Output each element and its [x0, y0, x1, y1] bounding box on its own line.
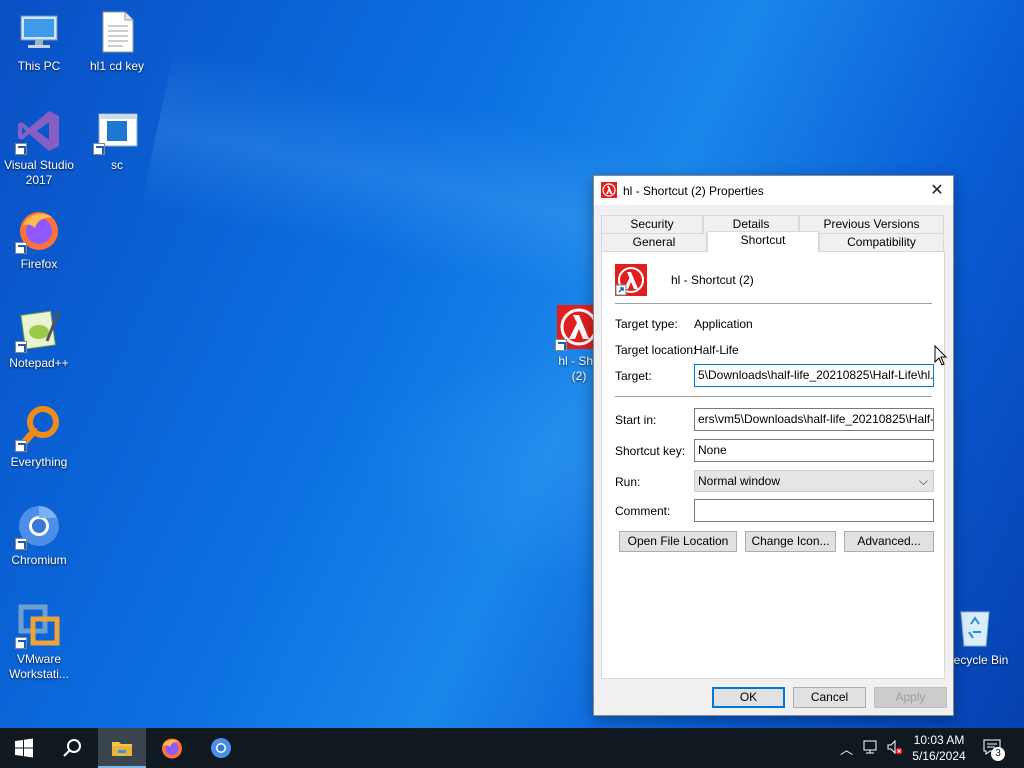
- shortcut-arrow-icon: [15, 637, 27, 649]
- chromium-icon: [211, 738, 231, 758]
- desktop-icon-label: ecycle Bin: [953, 653, 1009, 667]
- network-icon[interactable]: [862, 738, 880, 759]
- dialog-titlebar[interactable]: hl - Shortcut (2) Properties ✕: [594, 176, 953, 205]
- vmware-icon: [15, 601, 63, 649]
- start-in-input[interactable]: ers\vm5\Downloads\half-life_20210825\Hal…: [694, 408, 934, 431]
- window-shortcut-icon: [93, 107, 141, 155]
- desktop-icon-label: Firefox: [20, 257, 58, 271]
- desktop-icon-label: sc: [111, 158, 123, 172]
- chevron-down-icon: ⌵: [918, 474, 928, 488]
- notification-count-badge: 3: [991, 747, 1005, 761]
- tab-security[interactable]: Security: [601, 215, 703, 233]
- shortcut-arrow-icon: [15, 143, 27, 155]
- taskbar-file-explorer[interactable]: [98, 728, 146, 768]
- run-select-value: Normal window: [698, 474, 781, 488]
- desktop-icon-label: Chromium: [11, 553, 67, 567]
- notepadpp-icon: [15, 305, 63, 353]
- start-button[interactable]: [0, 728, 48, 768]
- comment-input[interactable]: [694, 499, 934, 522]
- shortcut-key-input[interactable]: None: [694, 439, 934, 462]
- desktop-icon-notepadpp[interactable]: Notepad++: [0, 305, 78, 371]
- open-file-location-button[interactable]: Open File Location: [619, 531, 737, 552]
- desktop-icon-firefox[interactable]: Firefox: [0, 206, 78, 272]
- ok-button[interactable]: OK: [712, 687, 785, 708]
- desktop-icon-vmware[interactable]: VMware Workstati...: [0, 601, 78, 682]
- desktop-icon-hl1-cd-key[interactable]: hl1 cd key: [78, 8, 156, 74]
- target-location-value: Half-Life: [694, 343, 739, 357]
- half-life-icon: [601, 182, 617, 198]
- comment-label: Comment:: [615, 504, 671, 518]
- desktop-icon-label: hl1 cd key: [89, 59, 145, 73]
- target-label: Target:: [615, 369, 652, 383]
- desktop-icon-sc[interactable]: sc: [78, 107, 156, 173]
- dialog-title: hl - Shortcut (2) Properties: [623, 184, 764, 198]
- start-icon: [15, 738, 33, 758]
- desktop-icon-label: This PC: [17, 59, 61, 73]
- everything-search-icon: [15, 404, 63, 452]
- taskbar-firefox[interactable]: [148, 728, 196, 768]
- separator: [615, 396, 932, 397]
- desktop-icon-chromium[interactable]: Chromium: [0, 502, 78, 568]
- taskbar-clock[interactable]: 10:03 AM 5/16/2024: [904, 732, 974, 764]
- clock-date: 5/16/2024: [912, 749, 966, 763]
- advanced-button[interactable]: Advanced...: [844, 531, 934, 552]
- cancel-button[interactable]: Cancel: [793, 687, 866, 708]
- recycle-bin-icon: [951, 602, 999, 650]
- taskbar-chromium[interactable]: [197, 728, 245, 768]
- volume-muted-icon[interactable]: [886, 738, 904, 759]
- target-type-value: Application: [694, 317, 753, 331]
- shortcut-arrow-icon: [15, 440, 27, 452]
- desktop-icon-label: Visual Studio 2017: [4, 158, 74, 187]
- close-icon[interactable]: ✕: [921, 176, 953, 205]
- shortcut-arrow-icon: [15, 341, 27, 353]
- half-life-icon: [615, 264, 647, 296]
- firefox-icon: [15, 206, 63, 254]
- target-input[interactable]: 5\Downloads\half-life_20210825\Half-Life…: [694, 364, 934, 387]
- shortcut-arrow-icon: [15, 538, 27, 550]
- file-explorer-icon: [112, 742, 132, 756]
- run-select[interactable]: Normal window ⌵: [694, 470, 934, 492]
- start-in-label: Start in:: [615, 413, 657, 427]
- tab-previous-versions[interactable]: Previous Versions: [799, 215, 944, 233]
- shortcut-name: hl - Shortcut (2): [671, 273, 754, 287]
- clock-time: 10:03 AM: [913, 733, 965, 747]
- target-type-label: Target type:: [615, 317, 678, 331]
- change-icon-button[interactable]: Change Icon...: [745, 531, 836, 552]
- desktop-icon-label: VMware Workstati...: [9, 652, 69, 681]
- shortcut-key-label: Shortcut key:: [615, 444, 686, 458]
- desktop-icon-everything[interactable]: Everything: [0, 404, 78, 470]
- tab-general[interactable]: General: [601, 233, 707, 251]
- tab-compatibility[interactable]: Compatibility: [819, 233, 944, 251]
- desktop-icon-visual-studio[interactable]: Visual Studio 2017: [0, 107, 78, 188]
- desktop-icon-label: Everything: [10, 455, 68, 469]
- run-label: Run:: [615, 475, 641, 489]
- text-file-icon: [93, 8, 141, 56]
- taskbar: ︿ 10:03 AM 5/16/2024 3: [0, 728, 1024, 768]
- chevron-up-icon[interactable]: ︿: [840, 739, 853, 758]
- firefox-icon: [162, 738, 182, 759]
- apply-button[interactable]: Apply: [874, 687, 947, 708]
- shortcut-arrow-icon: [93, 143, 105, 155]
- shortcut-arrow-icon: [15, 242, 27, 254]
- chromium-icon: [15, 502, 63, 550]
- separator: [615, 303, 932, 304]
- visual-studio-icon: [15, 107, 63, 155]
- properties-dialog[interactable]: hl - Shortcut (2) Properties ✕ Security …: [593, 175, 954, 716]
- target-location-label: Target location:: [615, 343, 697, 357]
- shortcut-panel: hl - Shortcut (2) Target type: Applicati…: [601, 251, 945, 679]
- search-button[interactable]: [48, 728, 96, 768]
- desktop-icon-label: Notepad++: [9, 356, 69, 370]
- tab-shortcut[interactable]: Shortcut: [707, 231, 819, 252]
- tab-row-bottom: General Shortcut Compatibility: [601, 231, 944, 252]
- desktop-icon-this-pc[interactable]: This PC: [0, 8, 78, 74]
- this-pc-icon: [15, 8, 63, 56]
- search-icon: [63, 739, 81, 757]
- mouse-cursor-icon: [934, 344, 948, 370]
- shortcut-arrow-icon: [555, 339, 567, 351]
